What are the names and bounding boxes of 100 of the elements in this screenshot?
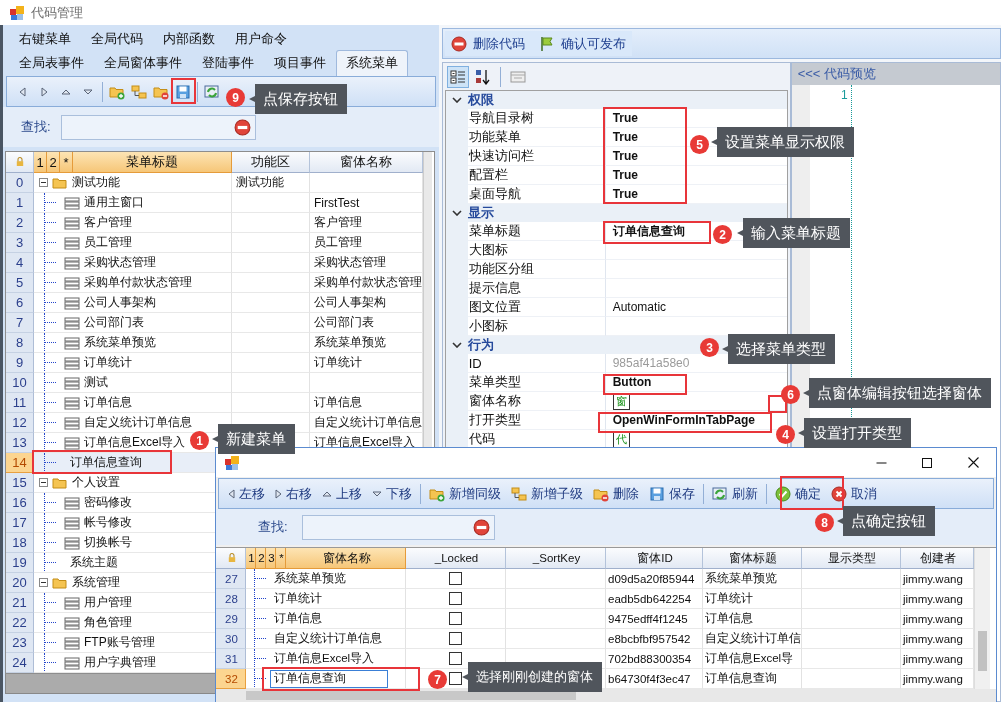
menu-title[interactable]: 公司人事架构	[84, 294, 156, 311]
move-right-button[interactable]: 右移	[270, 481, 317, 506]
column-header[interactable]: 窗体标题	[703, 548, 802, 569]
menu-title[interactable]: 采购单付款状态管理	[84, 274, 192, 291]
add-child-button[interactable]: 新增子级	[506, 481, 588, 506]
level-button[interactable]: *	[60, 152, 73, 173]
level-button[interactable]: 2	[256, 548, 266, 569]
property-name: 导航目录树	[467, 109, 606, 128]
cell-edit-field[interactable]: 订单信息查询	[270, 669, 388, 688]
menu-title[interactable]: FTP账号管理	[84, 634, 155, 651]
column-header[interactable]: 功能区	[232, 152, 310, 173]
property-value[interactable]: True	[612, 130, 639, 144]
tab[interactable]: 系统菜单	[336, 50, 408, 76]
menu-title[interactable]: 帐号修改	[84, 514, 132, 531]
menu-title[interactable]: 角色管理	[84, 614, 132, 631]
save-button[interactable]: 保存	[644, 481, 700, 506]
menu-item-icon	[64, 594, 80, 611]
property-value[interactable]: Button	[612, 375, 652, 389]
chevron-down-icon[interactable]	[451, 210, 462, 216]
menu-title[interactable]: 系统菜单预览	[84, 334, 156, 351]
column-header[interactable]: 显示类型	[802, 548, 901, 569]
checkbox[interactable]	[449, 572, 462, 585]
menu-title[interactable]: 系统管理	[72, 574, 120, 591]
clear-icon[interactable]	[472, 518, 490, 536]
menu-title[interactable]: 用户管理	[84, 594, 132, 611]
form-name[interactable]: 订单统计	[274, 591, 322, 606]
menu-item-icon	[64, 394, 80, 411]
move-left-button[interactable]: 左移	[223, 481, 270, 506]
menu-title[interactable]: 采购状态管理	[84, 254, 156, 271]
tab[interactable]: 全局表事件	[9, 50, 94, 76]
property-value[interactable]: True	[612, 168, 639, 182]
menu-title[interactable]: 员工管理	[84, 234, 132, 251]
publish-button[interactable]: 确认可发布	[538, 34, 626, 53]
property-value[interactable]: True	[612, 111, 639, 125]
tab[interactable]: 右键菜单	[9, 26, 81, 52]
clear-icon[interactable]	[233, 118, 251, 136]
move-up-button[interactable]: 上移	[317, 481, 367, 506]
tab[interactable]: 全局代码	[81, 26, 153, 52]
level-button[interactable]: 1	[34, 152, 47, 173]
column-header[interactable]: 窗体名称	[310, 152, 423, 173]
delete-button[interactable]: 删除代码	[450, 34, 525, 53]
menu-title[interactable]: 订单信息Excel导入	[84, 434, 186, 451]
confirm-button[interactable]: 确定	[770, 481, 826, 506]
tab[interactable]: 项目事件	[264, 50, 336, 76]
add-sibling-button[interactable]: 新增同级	[424, 481, 506, 506]
remove-button[interactable]: 删除	[588, 481, 644, 506]
chevron-down-icon[interactable]	[451, 342, 462, 348]
collapse-icon[interactable]	[39, 578, 48, 587]
level-button[interactable]: 2	[47, 152, 60, 173]
column-header[interactable]: _Locked	[406, 548, 506, 569]
check-circle-icon	[775, 485, 791, 502]
property-value[interactable]: True	[612, 187, 639, 201]
menu-title[interactable]: 个人设置	[72, 474, 120, 491]
move-down-button[interactable]: 下移	[367, 481, 417, 506]
column-header[interactable]: _SortKey	[506, 548, 606, 569]
menu-title[interactable]: 订单统计	[84, 354, 132, 371]
menu-title[interactable]: 测试	[84, 374, 108, 391]
tab[interactable]: 用户命令	[225, 26, 297, 52]
level-button[interactable]: *	[276, 548, 286, 569]
form-name[interactable]: 订单信息	[274, 611, 322, 626]
form-name[interactable]: 系统菜单预览	[274, 571, 346, 586]
menu-title[interactable]: 客户管理	[84, 214, 132, 231]
menu-title[interactable]: 公司部门表	[84, 314, 144, 331]
menu-title[interactable]: 通用主窗口	[84, 194, 144, 211]
menu-title[interactable]: 订单信息	[84, 394, 132, 411]
categorized-button[interactable]	[446, 65, 469, 88]
checkbox[interactable]	[449, 672, 462, 685]
row-number: 5	[6, 273, 34, 293]
search-field[interactable]	[301, 514, 495, 540]
checkbox[interactable]	[449, 652, 462, 665]
column-header[interactable]: 创建者	[901, 548, 974, 569]
tab[interactable]: 内部函数	[153, 26, 225, 52]
property-value[interactable]: Automatic	[612, 300, 667, 314]
column-header[interactable]: 窗体名称	[286, 548, 406, 569]
column-header[interactable]: 菜单标题	[73, 152, 232, 173]
app-icon	[9, 4, 25, 21]
menu-title[interactable]: 自定义统计订单信息	[84, 414, 192, 431]
menu-title[interactable]: 系统主题	[70, 554, 118, 571]
column-header[interactable]: 窗体ID	[606, 548, 703, 569]
collapse-icon[interactable]	[39, 178, 48, 187]
form-name[interactable]: 订单信息Excel导入	[274, 651, 375, 666]
menu-title[interactable]: 测试功能	[72, 174, 120, 191]
menu-title[interactable]: 用户字典管理	[84, 654, 156, 671]
search-field[interactable]	[60, 114, 256, 140]
property-name: 快速访问栏	[467, 147, 606, 166]
collapse-icon[interactable]	[39, 478, 48, 487]
property-value[interactable]: 订单信息查询	[612, 222, 685, 240]
tab[interactable]: 全局窗体事件	[94, 50, 192, 76]
property-value[interactable]: True	[612, 149, 639, 163]
cancel-button[interactable]: 取消	[826, 481, 882, 506]
checkbox[interactable]	[449, 592, 462, 605]
form-name[interactable]: 自定义统计订单信息	[274, 631, 382, 646]
tab[interactable]: 登陆事件	[192, 50, 264, 76]
property-value[interactable]: OpenWinFormInTabPage	[612, 413, 756, 427]
menu-title[interactable]: 切换帐号	[84, 534, 132, 551]
menu-title[interactable]: 密码修改	[84, 494, 132, 511]
checkbox[interactable]	[449, 632, 462, 645]
refresh-button[interactable]: 刷新	[707, 481, 763, 506]
chevron-down-icon[interactable]	[451, 97, 462, 103]
checkbox[interactable]	[449, 612, 462, 625]
